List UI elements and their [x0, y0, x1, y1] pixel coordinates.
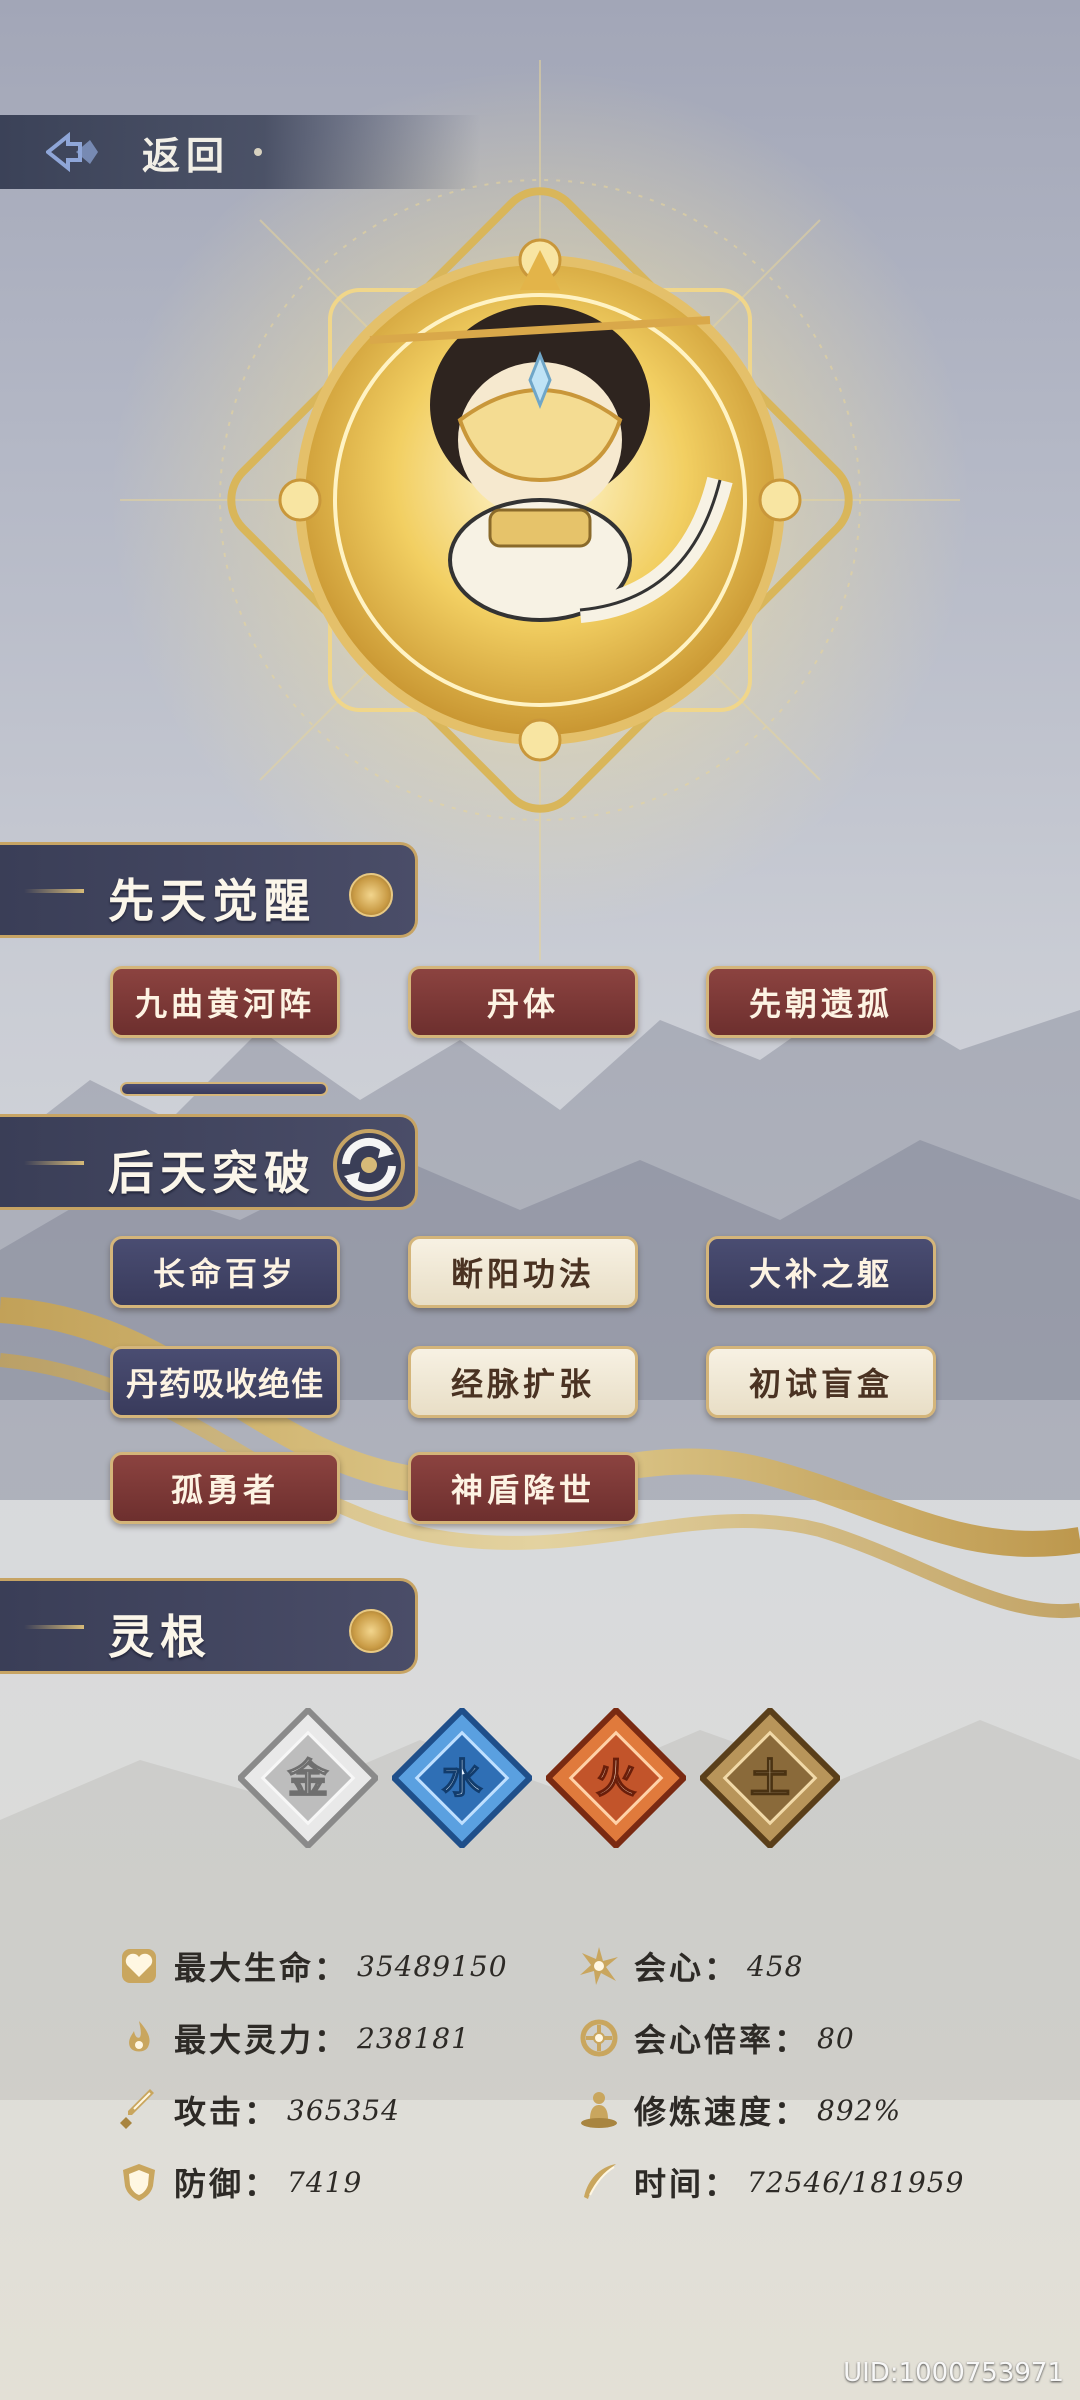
section-header-spirit-roots: 灵根 [0, 1578, 418, 1674]
stat-critical-rate: 会心倍率： 80 [578, 2010, 855, 2066]
header-ornament-line [24, 1625, 84, 1629]
sword-icon [120, 2089, 154, 2129]
header-ornament-line [24, 1161, 84, 1165]
shield-icon [123, 2164, 155, 2201]
feather-icon [584, 2164, 616, 2199]
section-title: 先天觉醒 [108, 874, 316, 928]
water-element-icon[interactable]: 水 [392, 1708, 532, 1848]
stat-max-hp: 最大生命： 35489150 [118, 1938, 508, 1994]
stat-cultivation-speed: 修炼速度： 892% [578, 2082, 901, 2138]
back-label: 返回 [142, 132, 231, 178]
acquired-tag[interactable]: 神盾降世 [408, 1452, 638, 1524]
critical-rate-icon [580, 2019, 618, 2057]
critical-burst-icon [580, 1947, 618, 1985]
acquired-tag[interactable]: 大补之躯 [706, 1236, 936, 1308]
section-title: 灵根 [108, 1610, 212, 1664]
header-ornament-line [24, 889, 84, 893]
acquired-tag[interactable]: 初试盲盒 [706, 1346, 936, 1418]
fire-element-icon[interactable]: 火 [546, 1708, 686, 1848]
meditation-icon [581, 2092, 617, 2128]
character-avatar [227, 187, 853, 813]
spirit-flame-icon [129, 2021, 150, 2052]
gold-orb-icon [349, 873, 393, 917]
heart-icon [122, 1949, 156, 1983]
element-char: 水 [442, 1755, 483, 1802]
section-header-innate: 先天觉醒 [0, 842, 418, 938]
gold-orb-icon [349, 1609, 393, 1653]
innate-tag[interactable]: 先朝遗孤 [706, 966, 936, 1038]
acquired-tag[interactable]: 经脉扩张 [408, 1346, 638, 1418]
stat-critical: 会心： 458 [578, 1938, 803, 1994]
innate-tag[interactable]: 丹体 [408, 966, 638, 1038]
back-button[interactable]: 返回 [0, 115, 480, 189]
acquired-tag[interactable]: 丹药吸收绝佳 [110, 1346, 340, 1418]
stat-time: 时间： 72546/181959 [578, 2154, 964, 2210]
element-char: 火 [596, 1755, 636, 1802]
hidden-tag-edge [120, 1082, 328, 1096]
stat-attack: 攻击： 365354 [118, 2082, 400, 2138]
refresh-icon[interactable] [328, 1124, 410, 1206]
element-char: 土 [750, 1755, 790, 1802]
divider-dot [254, 148, 263, 156]
section-title: 后天突破 [108, 1146, 316, 1200]
acquired-tag[interactable]: 断阳功法 [408, 1236, 638, 1308]
metal-element-icon[interactable]: 金 [238, 1708, 378, 1848]
acquired-tag[interactable]: 孤勇者 [110, 1452, 340, 1524]
acquired-tag[interactable]: 长命百岁 [110, 1236, 340, 1308]
earth-element-icon[interactable]: 土 [700, 1708, 840, 1848]
stat-max-spirit: 最大灵力： 238181 [118, 2010, 470, 2066]
element-char: 金 [287, 1755, 329, 1802]
innate-tag[interactable]: 九曲黄河阵 [110, 966, 340, 1038]
user-id-label: UID:1000753971 [843, 2358, 1064, 2388]
back-arrow-icon [46, 132, 98, 172]
stat-defense: 防御： 7419 [118, 2154, 362, 2210]
